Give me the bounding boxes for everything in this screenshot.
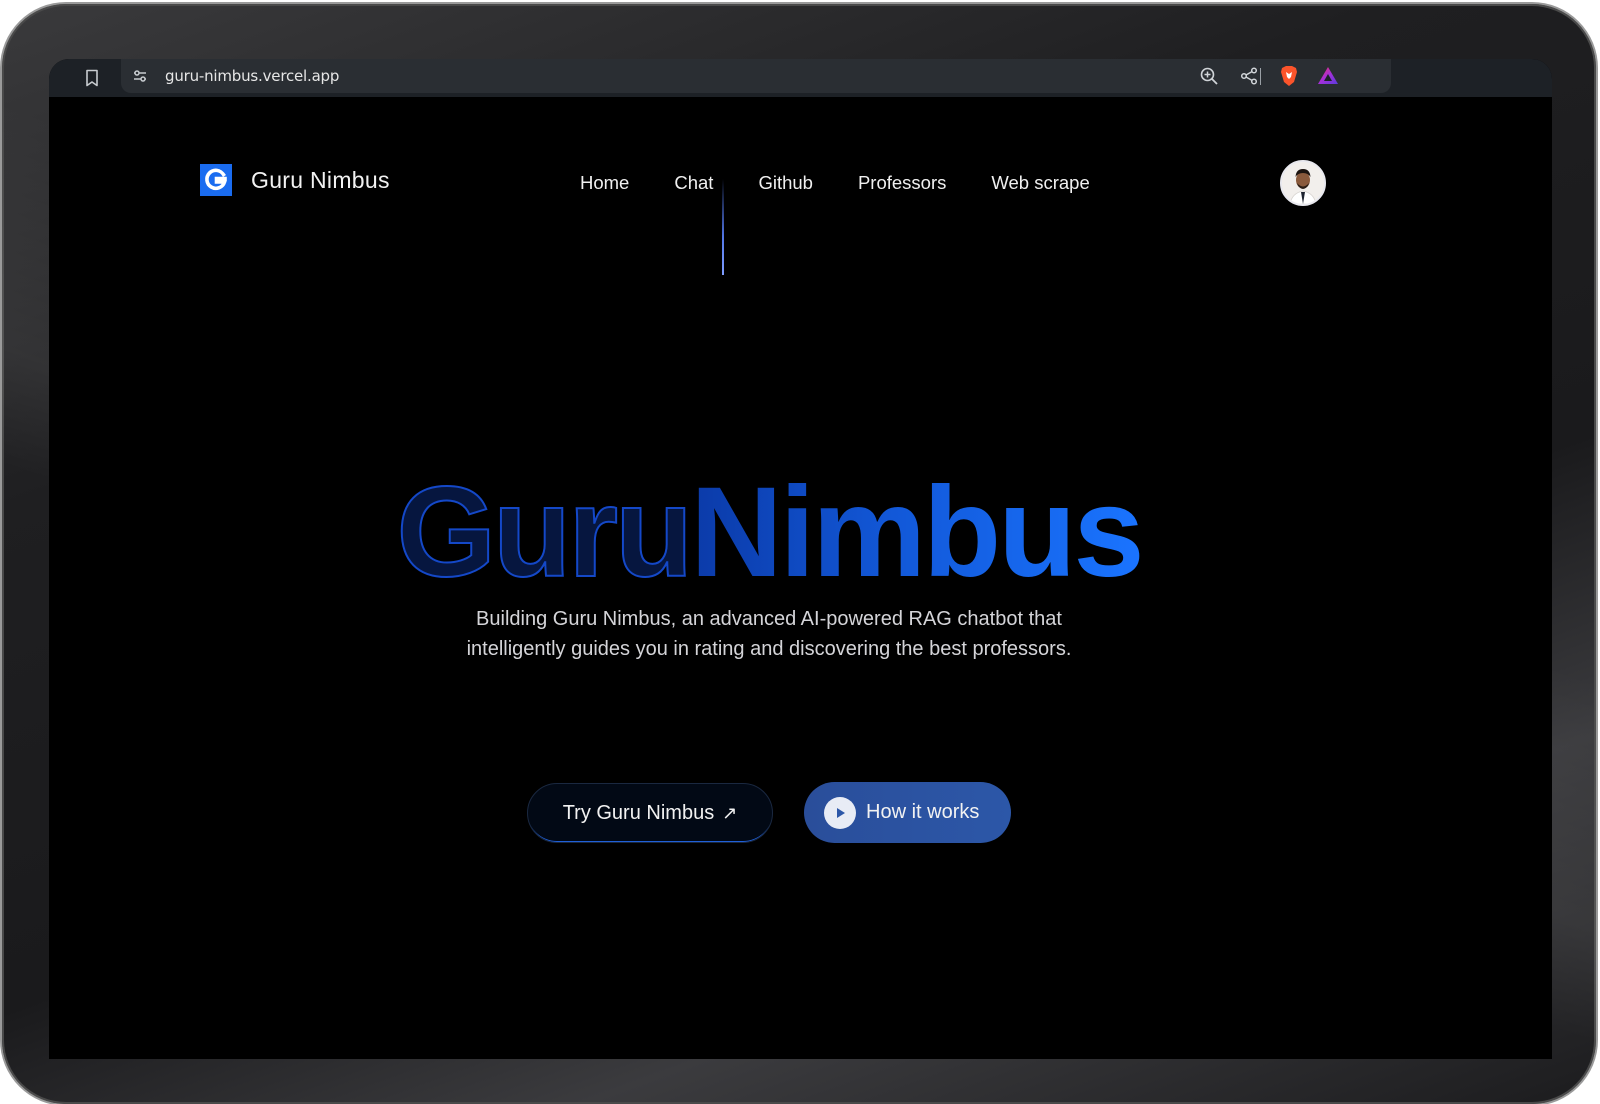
share-icon[interactable] <box>1238 65 1260 87</box>
browser-toolbar: guru-nimbus.vercel.app <box>49 59 1552 97</box>
nav-home[interactable]: Home <box>580 172 629 194</box>
logo-g-icon <box>200 164 232 196</box>
hero-title-nimbus: Nimbus <box>690 461 1144 604</box>
how-button-label: How it works <box>866 801 980 823</box>
bookmark-icon[interactable] <box>79 65 105 91</box>
site-settings-icon[interactable] <box>129 65 151 87</box>
brand-logo[interactable]: Guru Nimbus <box>200 164 390 196</box>
toolbar-divider <box>1260 68 1261 85</box>
zoom-icon[interactable] <box>1198 65 1220 87</box>
how-it-works-button[interactable]: How it works <box>804 782 1011 843</box>
try-guru-nimbus-button[interactable]: Try Guru Nimbus ↗ <box>527 783 773 843</box>
main-nav: Home Chat Github Professors Web scrape <box>580 172 1135 194</box>
play-icon <box>824 796 856 829</box>
nav-chat[interactable]: Chat <box>674 172 713 194</box>
hero-title: GuruNimbus <box>49 468 1489 598</box>
laptop-frame: guru-nimbus.vercel.app Guru Nimbus Home … <box>2 4 1596 1104</box>
hero-title-guru: Guru <box>395 461 694 604</box>
brave-shield-icon[interactable] <box>1278 65 1300 87</box>
brave-rewards-icon[interactable] <box>1317 65 1339 87</box>
nav-web-scrape[interactable]: Web scrape <box>991 172 1089 194</box>
url-text[interactable]: guru-nimbus.vercel.app <box>165 67 339 85</box>
try-button-label: Try Guru Nimbus <box>562 801 715 824</box>
nav-light-beam <box>722 179 724 275</box>
user-avatar[interactable] <box>1280 160 1326 206</box>
nav-github[interactable]: Github <box>758 172 813 194</box>
brand-name: Guru Nimbus <box>251 166 390 193</box>
arrow-up-right-icon: ↗ <box>722 802 738 823</box>
nav-professors[interactable]: Professors <box>858 172 946 194</box>
browser-screen: guru-nimbus.vercel.app Guru Nimbus Home … <box>49 59 1552 1059</box>
hero-subtitle: Building Guru Nimbus, an advanced AI-pow… <box>466 608 1072 660</box>
